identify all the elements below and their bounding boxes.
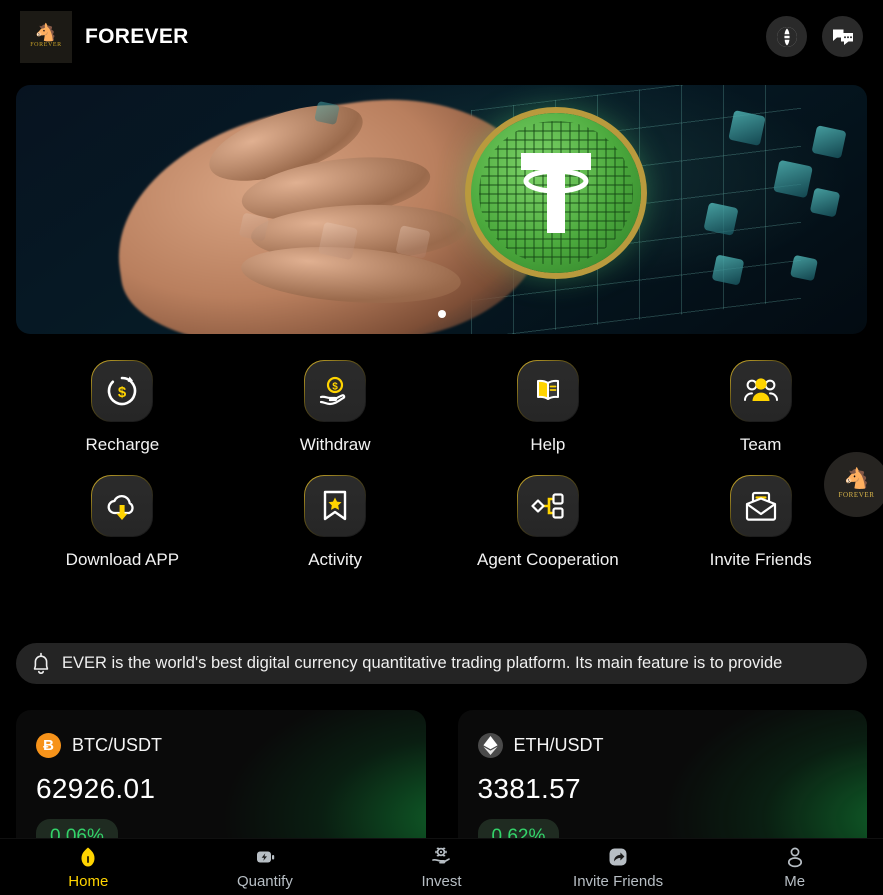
globe-icon [776,26,797,47]
carousel-dot[interactable] [437,310,446,318]
decor-cube [773,159,813,199]
decor-cube [809,187,841,218]
envelope-icon [745,491,776,521]
bottom-navigation: Home Quantify Invest Invite Friends Me [0,838,883,895]
tether-symbol [521,153,591,233]
nav-item-invest[interactable]: Invest [353,845,530,890]
shortcut-label: Help [530,435,566,454]
shortcut-tile [517,475,579,537]
decor-cube [811,125,847,159]
eagle-icon: 🐴 [844,468,869,490]
shortcut-label: Activity [308,550,363,569]
recharge-icon: $ [108,376,137,406]
app-header: 🐴 FOREVER FOREVER [0,0,883,73]
market-pair-label: ETH/USDT [513,735,604,755]
app-root: 🐴 FOREVER FOREVER $ Recharge $ Withdraw … [0,0,883,895]
announcement-text: EVER is the world's best digital currenc… [62,654,783,672]
forever-float-button[interactable]: 🐴 FOREVER [824,452,883,517]
market-price: 62926.01 [36,773,156,804]
header-actions [766,16,863,57]
tether-coin-icon [471,113,641,273]
decor-cube [711,254,745,286]
shortcut-tile [730,360,792,422]
bookmark-star-icon [323,490,347,521]
float-logo-wordmark: FOREVER [838,491,875,499]
share-arrow-icon [609,848,627,865]
shortcut-label: Download APP [65,550,180,569]
shortcut-tile: $ [91,360,153,422]
shortcut-label: Recharge [85,435,160,454]
shortcut-activity[interactable]: Activity [229,475,442,570]
help-book-icon [536,379,559,400]
nav-label: Invite Friends [573,872,664,890]
shortcut-tile [91,475,153,537]
team-icon [743,378,778,401]
decor-cube [238,212,270,242]
bell-icon [33,652,49,674]
shortcut-help[interactable]: Help [442,360,655,455]
promo-banner-carousel[interactable] [16,85,867,334]
ethereum-glyph [482,736,498,755]
shortcut-tile [304,475,366,537]
nav-item-quantify[interactable]: Quantify [177,845,354,890]
person-icon [787,847,802,867]
shortcut-tile [730,475,792,537]
nav-label: Invest [421,872,462,890]
svg-text:$: $ [332,382,338,393]
shortcut-team[interactable]: Team [654,360,867,455]
chat-icon [832,29,853,45]
decor-cube [789,254,819,282]
shortcut-label: Team [739,435,782,454]
nav-label: Home [68,872,109,890]
decor-cube [395,225,431,259]
shortcut-recharge[interactable]: $ Recharge [16,360,229,455]
market-card-header: Ƀ BTC/USDT [36,733,406,758]
shortcut-label: Agent Cooperation [476,550,619,569]
home-icon [81,847,95,866]
shortcut-agent-cooperation[interactable]: Agent Cooperation [442,475,655,570]
decor-cube [703,202,739,236]
quantify-bolt-icon [256,851,275,862]
market-pair-label: BTC/USDT [72,735,162,755]
shortcut-tile: $ [304,360,366,422]
nav-item-invite-friends[interactable]: Invite Friends [530,845,707,890]
shortcut-grid: $ Recharge $ Withdraw Help Team Download… [16,360,867,570]
eagle-icon: 🐴 [35,23,57,42]
ethereum-icon [477,733,503,758]
market-card-header: ETH/USDT [477,733,848,758]
nav-label: Quantify [236,872,293,890]
page-title: FOREVER [85,24,189,48]
nav-item-home[interactable]: Home [0,845,177,890]
network-nodes-icon [531,493,564,519]
shortcut-label: Invite Friends [709,550,812,569]
nav-label: Me [784,872,806,890]
announcement-bar[interactable]: EVER is the world's best digital currenc… [16,643,867,684]
nav-item-me[interactable]: Me [706,845,883,890]
market-price: 3381.57 [477,773,581,804]
decor-cube [318,221,358,261]
decor-cube [314,100,340,126]
svg-text:$: $ [118,384,127,401]
customer-service-button[interactable] [822,16,863,57]
bitcoin-icon: Ƀ [36,733,61,758]
shortcut-withdraw[interactable]: $ Withdraw [229,360,442,455]
shortcut-download-app[interactable]: Download APP [16,475,229,570]
logo-wordmark: FOREVER [30,42,62,48]
forever-logo: 🐴 FOREVER [20,10,72,63]
language-button[interactable] [766,16,807,57]
brand[interactable]: 🐴 FOREVER FOREVER [20,10,189,63]
shortcut-label: Withdraw [299,435,371,454]
withdraw-icon: $ [320,376,346,406]
cloud-download-icon [107,495,135,520]
decor-cube [728,110,766,146]
shortcut-tile [517,360,579,422]
invest-hand-icon [432,847,451,863]
carousel-dots[interactable] [16,310,867,318]
